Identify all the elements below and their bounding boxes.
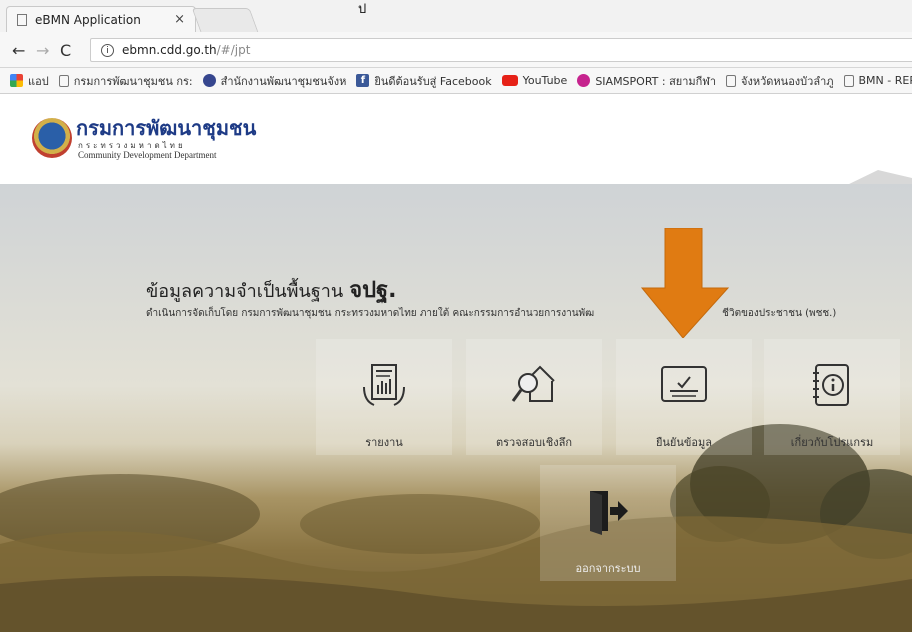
forward-arrow-icon[interactable]: → (36, 41, 49, 60)
new-tab-button[interactable] (191, 8, 259, 32)
facebook-icon: f (356, 74, 370, 87)
reload-icon[interactable]: C (60, 41, 71, 60)
confirm-data-icon (661, 366, 707, 402)
page-icon (58, 74, 69, 87)
hero-title-bold: จปฐ. (349, 278, 397, 303)
bookmark-label: สำนักงานพัฒนาชุมชนจังห (220, 74, 347, 88)
tile-logout[interactable]: ออกจากระบบ (540, 465, 676, 581)
page-icon (843, 74, 854, 87)
apps-icon (10, 74, 23, 87)
back-arrow-icon[interactable]: ← (12, 41, 25, 60)
tile-label: รายงาน (365, 436, 403, 449)
page-icon (726, 74, 737, 87)
overlay-glyph: ป (358, 2, 367, 17)
bookmark-bmn-report[interactable]: BMN - REPOR (843, 74, 912, 87)
tile-label: ตรวจสอบเชิงลึก (496, 436, 572, 449)
hero-description-text: ดำเนินการจัดเก็บโดย กรมการพัฒนาชุมชน กระ… (146, 308, 595, 319)
siamsport-icon (577, 74, 591, 87)
hero-title: ข้อมูลความจำเป็นพื้นฐาน จปฐ. (146, 272, 397, 307)
page-icon (17, 13, 27, 26)
tile-confirm-data[interactable]: ยืนยันข้อมูล (616, 339, 752, 455)
tile-label: เกี่ยวกับโปรแกรม (790, 436, 874, 449)
department-logo (32, 118, 72, 158)
hero-description-tail: ชีวิตของประชาชน (พชช.) (722, 308, 837, 319)
inspect-house-icon (511, 365, 555, 402)
address-bar-row: ← → C i ebmn.cdd.go.th/#/jpt (0, 32, 912, 68)
info-book-icon (813, 364, 849, 406)
bookmark-label: กรมการพัฒนาชุมชน กร: (73, 74, 193, 88)
dept-icon (202, 74, 216, 87)
info-icon[interactable]: i (101, 43, 114, 57)
hero-title-text: ข้อมูลความจำเป็นพื้นฐาน (146, 281, 344, 302)
bookmark-office[interactable]: สำนักงานพัฒนาชุมชนจังห (202, 72, 347, 90)
logout-icon (590, 491, 628, 535)
bookmark-label: ยินดีต้อนรับสู่ Facebook (374, 74, 492, 88)
bookmark-label: BMN - REPOR (858, 74, 912, 87)
url-input[interactable]: i ebmn.cdd.go.th/#/jpt (90, 38, 912, 62)
report-icon (363, 364, 405, 406)
header-roof-decoration (845, 170, 912, 186)
bookmark-facebook[interactable]: f ยินดีต้อนรับสู่ Facebook (356, 72, 492, 90)
bookmark-label: YouTube (522, 74, 568, 87)
tile-inspect[interactable]: ตรวจสอบเชิงลึก (466, 339, 602, 455)
browser-tab[interactable]: eBMN Application × (6, 6, 196, 32)
tile-label: ออกจากระบบ (575, 562, 641, 575)
bookmark-youtube[interactable]: YouTube (501, 74, 568, 87)
url-domain: ebmn.cdd.go.th (122, 43, 217, 57)
youtube-icon (501, 75, 518, 86)
bookmark-label: แอป (28, 74, 49, 88)
bookmark-cdd[interactable]: กรมการพัฒนาชุมชน กร: (58, 72, 193, 90)
bookmark-province[interactable]: จังหวัดหนองบัวลำภู (726, 72, 834, 90)
bookmark-label: SIAMSPORT : สยามกีฬา (595, 74, 717, 88)
tab-close-icon[interactable]: × (174, 12, 185, 27)
tile-about[interactable]: เกี่ยวกับโปรแกรม (764, 339, 900, 455)
tile-label: ยืนยันข้อมูล (655, 436, 713, 449)
tab-title: eBMN Application (35, 12, 141, 27)
tile-report[interactable]: รายงาน (316, 339, 452, 455)
bookmarks-bar: แอป กรมการพัฒนาชุมชน กร: สำนักงานพัฒนาชุ… (0, 68, 912, 94)
hero-description: ดำเนินการจัดเก็บโดย กรมการพัฒนาชุมชน กระ… (146, 306, 836, 321)
down-arrow-annotation (640, 228, 730, 338)
url-path: /#/jpt (216, 43, 251, 57)
bookmark-apps[interactable]: แอป (10, 72, 49, 90)
org-name-english: Community Development Department (78, 150, 217, 160)
browser-tab-strip: eBMN Application × ป (0, 0, 912, 32)
bookmark-siamsport[interactable]: SIAMSPORT : สยามกีฬา (577, 72, 716, 90)
bookmark-label: จังหวัดหนองบัวลำภู (741, 74, 834, 88)
